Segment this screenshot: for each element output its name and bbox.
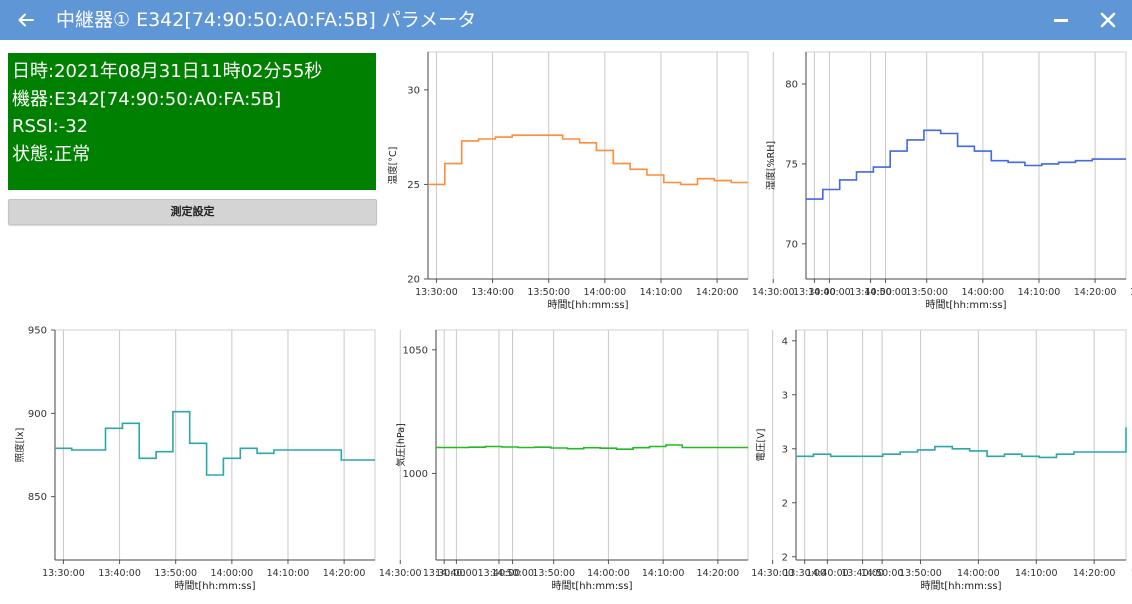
x-tick-label: 13:30:00: [42, 568, 85, 579]
y-axis-label: 気圧[hPa]: [395, 423, 407, 467]
y-tick-label: 20: [407, 275, 420, 286]
y-tick-label: 1000: [403, 469, 428, 480]
series-line: [55, 410, 375, 476]
y-tick-label: 25: [407, 180, 420, 191]
x-tick-label: 14:00:00: [962, 287, 1005, 298]
plot-frame: [54, 329, 376, 561]
y-tick-label: 1050: [403, 345, 428, 356]
y-tick-label: 900: [28, 409, 47, 420]
y-tick-label: 2: [782, 552, 788, 563]
charts-canvas: 13:30:00 13:40:00 13:50:00 14:00:00 14:10:00…: [14, 51, 1132, 593]
x-tick-label: 14:20:00: [323, 568, 366, 579]
x-axis-label: 時間t[hh:mm:ss]: [174, 580, 255, 592]
y-tick-label: 30: [407, 85, 420, 96]
x-tick-label: 14:30:00: [379, 568, 422, 579]
x-tick-label: 13:50:00: [154, 568, 197, 579]
x-axis-label: 時間t[hh:mm:ss]: [920, 580, 1001, 592]
y-axis-label: 照度[lx]: [14, 428, 26, 463]
x-tick-label: 13:50:00: [532, 568, 575, 579]
x-axis-label: 時間t[hh:mm:ss]: [551, 580, 632, 592]
x-tick-label: 14:20:00: [1074, 287, 1117, 298]
series-line: [436, 444, 748, 450]
y-tick-label: 950: [28, 326, 47, 337]
x-tick-label: 14:00:00: [587, 568, 630, 579]
y-tick-label: 850: [28, 492, 47, 503]
y-tick-label: 3: [782, 390, 788, 401]
y-tick-label: 2: [782, 498, 788, 509]
x-tick-label: 14:10:00: [642, 568, 685, 579]
x-tick-label: 13:30:00: [415, 287, 458, 298]
x-tick-label: 13:30:00: [423, 568, 466, 579]
x-tick-label: 14:10:00: [1015, 568, 1058, 579]
x-tick-label: 13:30:00: [793, 287, 836, 298]
chart-2: 13:30:00 13:40:00 13:50:00 14:00:00 14:10:00…: [765, 51, 1132, 311]
series-line: [428, 134, 748, 186]
x-tick-label: 14:10:00: [1018, 287, 1061, 298]
y-axis-label: 温度[°C]: [387, 147, 399, 185]
chart-5: 13:30:00 13:40:00 13:50:00 14:00:00 14:10:00…: [756, 329, 1132, 592]
x-axis-label: 時間t[hh:mm:ss]: [925, 299, 1006, 311]
x-tick-label: 14:20:00: [697, 568, 740, 579]
plot-frame: [805, 51, 1127, 280]
y-tick-label: 3: [782, 444, 788, 455]
x-tick-label: 14:10:00: [640, 287, 683, 298]
chart-3: 13:30:00 13:40:00 13:50:00 14:00:00 14:10:00…: [14, 326, 534, 593]
x-tick-label: 13:50:00: [899, 568, 942, 579]
x-axis-label: 時間t[hh:mm:ss]: [547, 299, 628, 311]
series-line: [796, 427, 1127, 459]
y-tick-label: 70: [785, 239, 798, 250]
x-tick-label: 14:00:00: [211, 568, 254, 579]
x-tick-label: 13:40:00: [478, 568, 521, 579]
y-tick-label: 75: [785, 159, 798, 170]
x-tick-label: 13:50:00: [527, 287, 570, 298]
y-tick-label: 80: [785, 79, 798, 90]
x-tick-label: 14:00:00: [584, 287, 627, 298]
x-tick-label: 13:50:00: [905, 287, 948, 298]
x-tick-label: 13:40:00: [471, 287, 514, 298]
x-tick-label: 13:40:00: [841, 568, 884, 579]
x-tick-label: 14:10:00: [267, 568, 310, 579]
plot-frame: [435, 329, 749, 561]
x-tick-label: 13:30:00: [783, 568, 826, 579]
x-tick-label: 14:30:00: [752, 287, 795, 298]
plot-frame: [427, 51, 749, 280]
x-tick-label: 14:00:00: [957, 568, 1000, 579]
x-tick-label: 13:40:00: [849, 287, 892, 298]
y-axis-label: 電圧[V]: [756, 429, 767, 462]
chart-4: 13:30:00 13:40:00 13:50:00 14:00:00 14:10:00…: [395, 329, 903, 592]
chart-1: 13:30:00 13:40:00 13:50:00 14:00:00 14:10:00…: [387, 51, 907, 311]
y-tick-label: 4: [782, 336, 788, 347]
x-tick-label: 14:20:00: [1073, 568, 1116, 579]
series-line: [806, 129, 1126, 200]
x-tick-label: 14:20:00: [696, 287, 739, 298]
x-tick-label: 13:40:00: [98, 568, 141, 579]
y-axis-label: 湿度[%RH]: [765, 141, 777, 190]
plot-frame: [795, 329, 1127, 561]
